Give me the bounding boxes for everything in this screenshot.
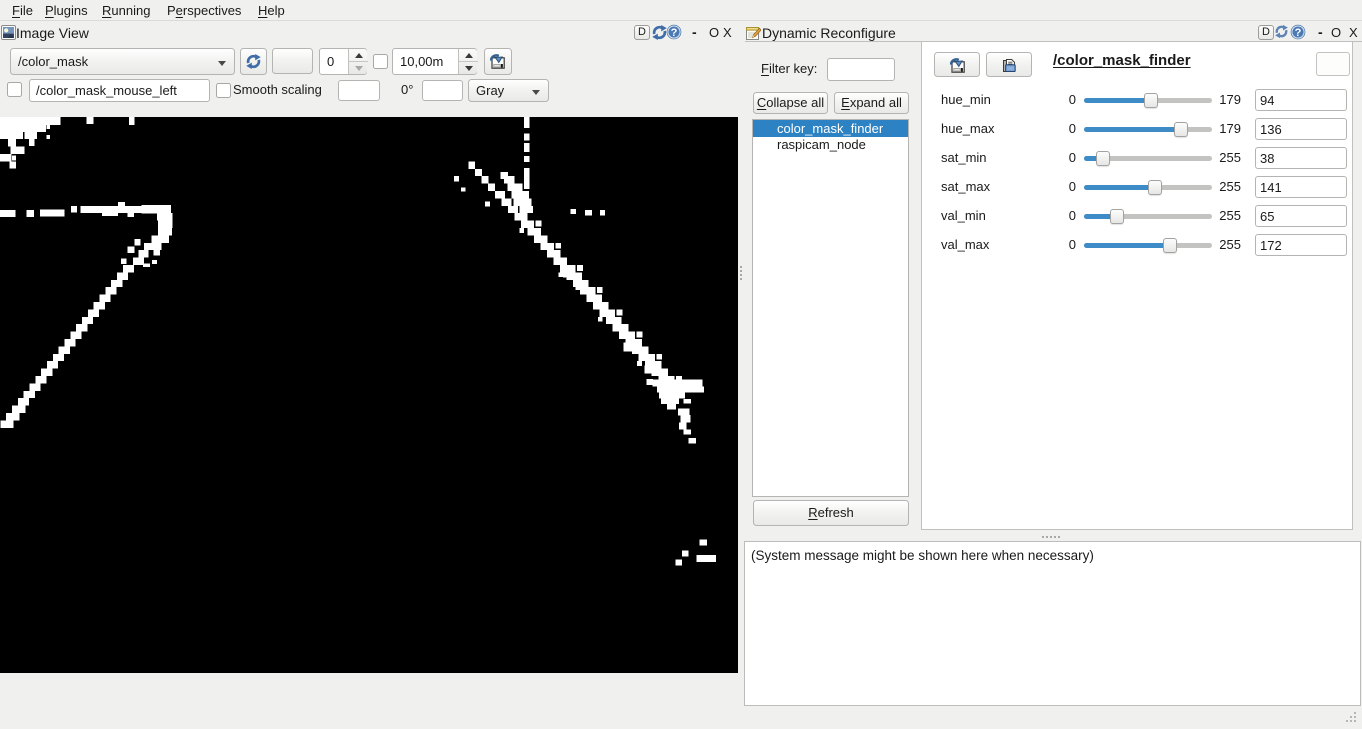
svg-text:?: ?	[671, 27, 678, 39]
svg-text:?: ?	[1295, 27, 1302, 39]
